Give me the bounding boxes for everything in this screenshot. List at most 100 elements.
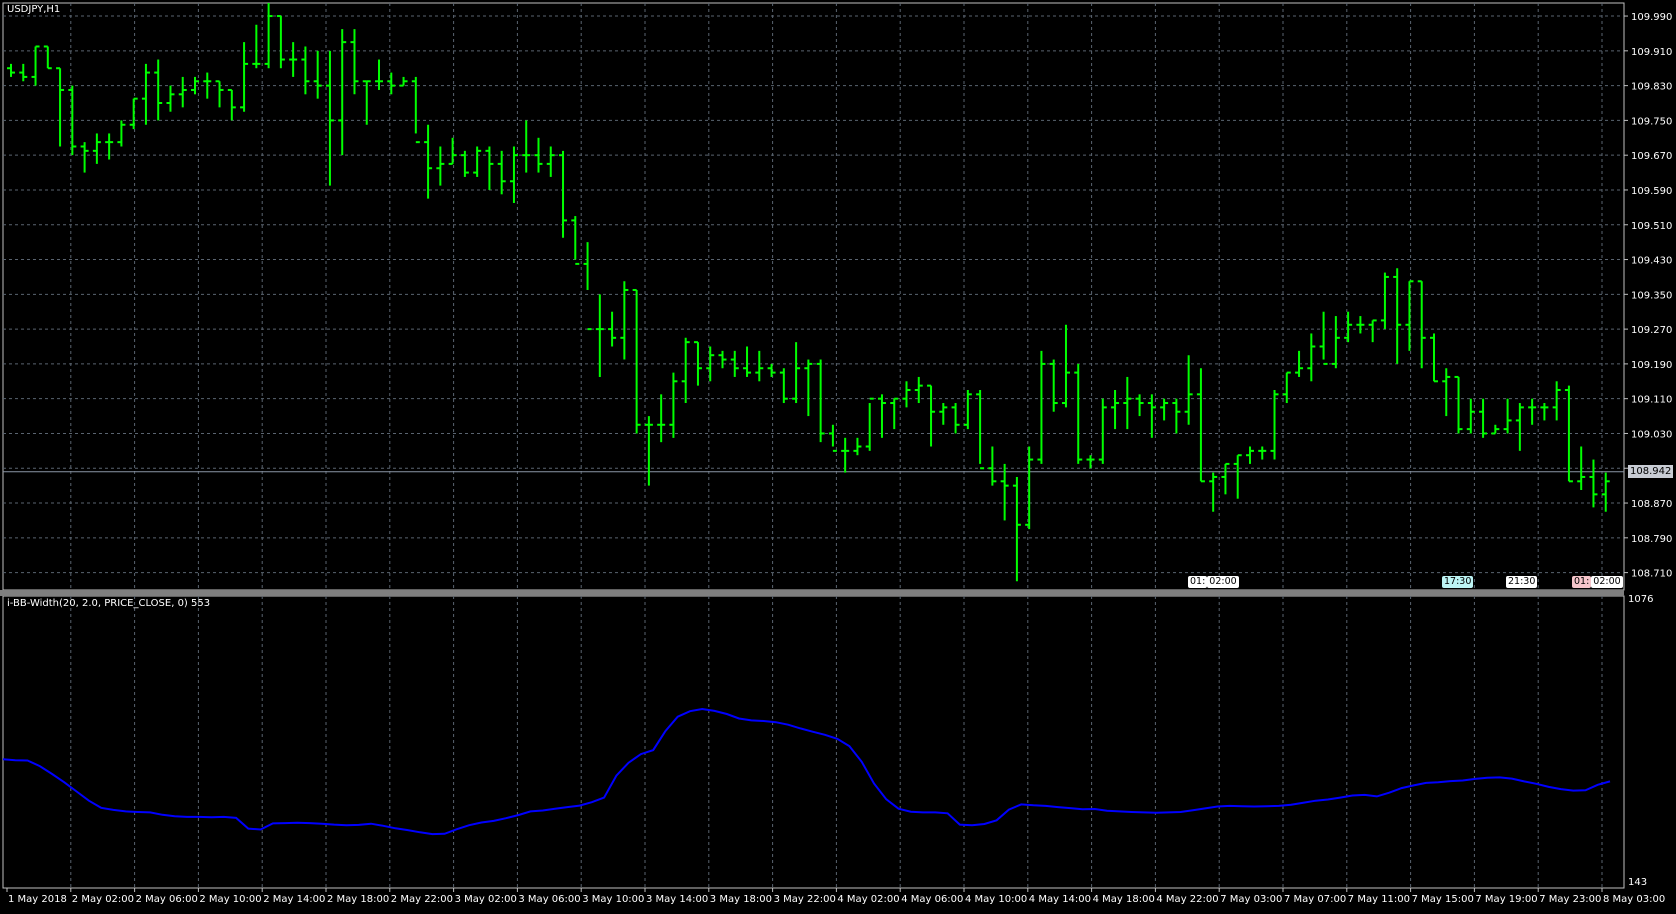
ohlc-bar [927,384,936,447]
ohlc-bar [1025,446,1034,530]
price-label: 109.110 [1631,395,1672,406]
ohlc-bar [1503,398,1512,434]
ohlc-bar [877,394,886,438]
ohlc-bar [19,63,28,82]
time-label: 7 May 03:00 [1220,894,1282,905]
ohlc-bar [890,397,899,430]
ohlc-bar [1454,375,1463,434]
time-label: 4 May 22:00 [1156,894,1218,905]
ohlc-bar [485,146,494,190]
ohlc-bar [276,15,285,69]
ohlc-bar [1405,280,1414,351]
ohlc-bar [240,42,249,112]
ohlc-bar [743,346,752,377]
chart-canvas[interactable]: 1 May 2018 2 May 02:00 2 May 06:00 2 May 10… [0,0,1676,910]
ohlc-bar [841,437,850,473]
ohlc-bar [92,133,101,164]
ohlc-bar [681,337,690,404]
ohlc-bar [595,294,604,377]
time-label: 4 May 18:00 [1093,894,1155,905]
time-label: 2 May 18:00 [327,894,389,905]
event-time-label: 17:30 [1442,576,1474,588]
time-label: 7 May 11:00 [1348,894,1410,905]
ohlc-bar [289,42,298,77]
chart-window[interactable]: 1 May 2018 2 May 02:00 2 May 06:00 2 May 10… [0,0,1676,910]
ohlc-bar [1196,368,1205,483]
event-marker[interactable]: 21:30 [1506,576,1538,588]
ohlc-bar [1368,319,1377,343]
ohlc-bar [325,50,334,186]
ohlc-bar [1123,376,1132,430]
time-label: 3 May 10:00 [582,894,644,905]
ohlc-bar [1012,476,1021,582]
time-label: 2 May 14:00 [263,894,325,905]
time-label: 3 May 14:00 [646,894,708,905]
time-label: 3 May 22:00 [774,894,836,905]
time-label: 4 May 10:00 [965,894,1027,905]
time-label: 2 May 10:00 [199,894,261,905]
ohlc-bar [976,389,985,470]
ohlc-bar [1393,268,1402,364]
ohlc-bar [620,281,629,360]
indicator-scale-min: 143 [1628,877,1648,888]
ohlc-bar [1098,398,1107,464]
ohlc-bar [1307,333,1316,382]
event-marker[interactable]: 17:30 [1442,576,1474,588]
ohlc-bar [792,342,801,404]
ohlc-bar [1515,403,1524,451]
ohlc-bar [1429,333,1438,383]
price-label: 109.830 [1631,82,1672,93]
price-label: 108.870 [1631,499,1672,510]
price-label: 109.990 [1631,12,1672,23]
ohlc-bar [718,350,727,369]
time-label: 7 May 19:00 [1475,894,1537,905]
price-label: 109.590 [1631,186,1672,197]
ohlc-bar [1074,363,1083,464]
price-label: 108.790 [1631,534,1672,545]
time-label: 7 May 23:00 [1539,894,1601,905]
ohlc-bar [56,67,65,147]
time-label: 3 May 06:00 [518,894,580,905]
ohlc-bar [1258,446,1267,460]
time-label: 3 May 18:00 [710,894,772,905]
main-panel-frame [2,2,1625,591]
ohlc-bar [1540,403,1549,421]
ohlc-bar [1209,472,1218,512]
time-label: 7 May 15:00 [1412,894,1474,905]
ohlc-bar [227,88,236,121]
ohlc-bar [939,403,948,425]
price-label: 109.030 [1631,429,1672,440]
ohlc-bar [264,3,273,69]
ohlc-bar [1135,394,1144,417]
ohlc-bar [1245,446,1254,464]
ohlc-bar [1528,398,1537,425]
ohlc-bar [988,446,997,486]
indicator-panel-frame [2,595,1625,889]
price-label: 109.190 [1631,360,1672,371]
ohlc-bar [1172,398,1181,434]
ohlc-bar [509,146,518,204]
event-time-label: 21:30 [1506,576,1538,588]
current-price-badge: 108.942 [1628,464,1674,478]
price-label: 109.510 [1631,221,1672,232]
ohlc-bar [951,403,960,434]
ohlc-bar [1049,359,1058,412]
ohlc-bar [669,372,678,438]
event-time-label: 01: [1188,576,1208,588]
ohlc-bar [1086,455,1095,469]
ohlc-bar [338,29,347,156]
time-label: 4 May 02:00 [837,894,899,905]
event-marker[interactable]: 01: 02:00 [1188,576,1239,588]
ohlc-bar [399,76,408,87]
ohlc-bar [436,146,445,186]
ohlc-bar [1111,389,1120,430]
indicator-label: i-BB-Width(20, 2.0, PRICE_CLOSE, 0) 553 [7,598,211,609]
time-label: 3 May 02:00 [455,894,517,905]
event-marker[interactable]: 01: 02:00 [1572,576,1623,588]
price-label: 109.270 [1631,325,1672,336]
ohlc-bar [1552,381,1561,421]
ohlc-bar [497,150,506,195]
ohlc-bar [632,288,641,434]
ohlc-bar [141,63,150,125]
ohlc-bar [313,50,322,99]
